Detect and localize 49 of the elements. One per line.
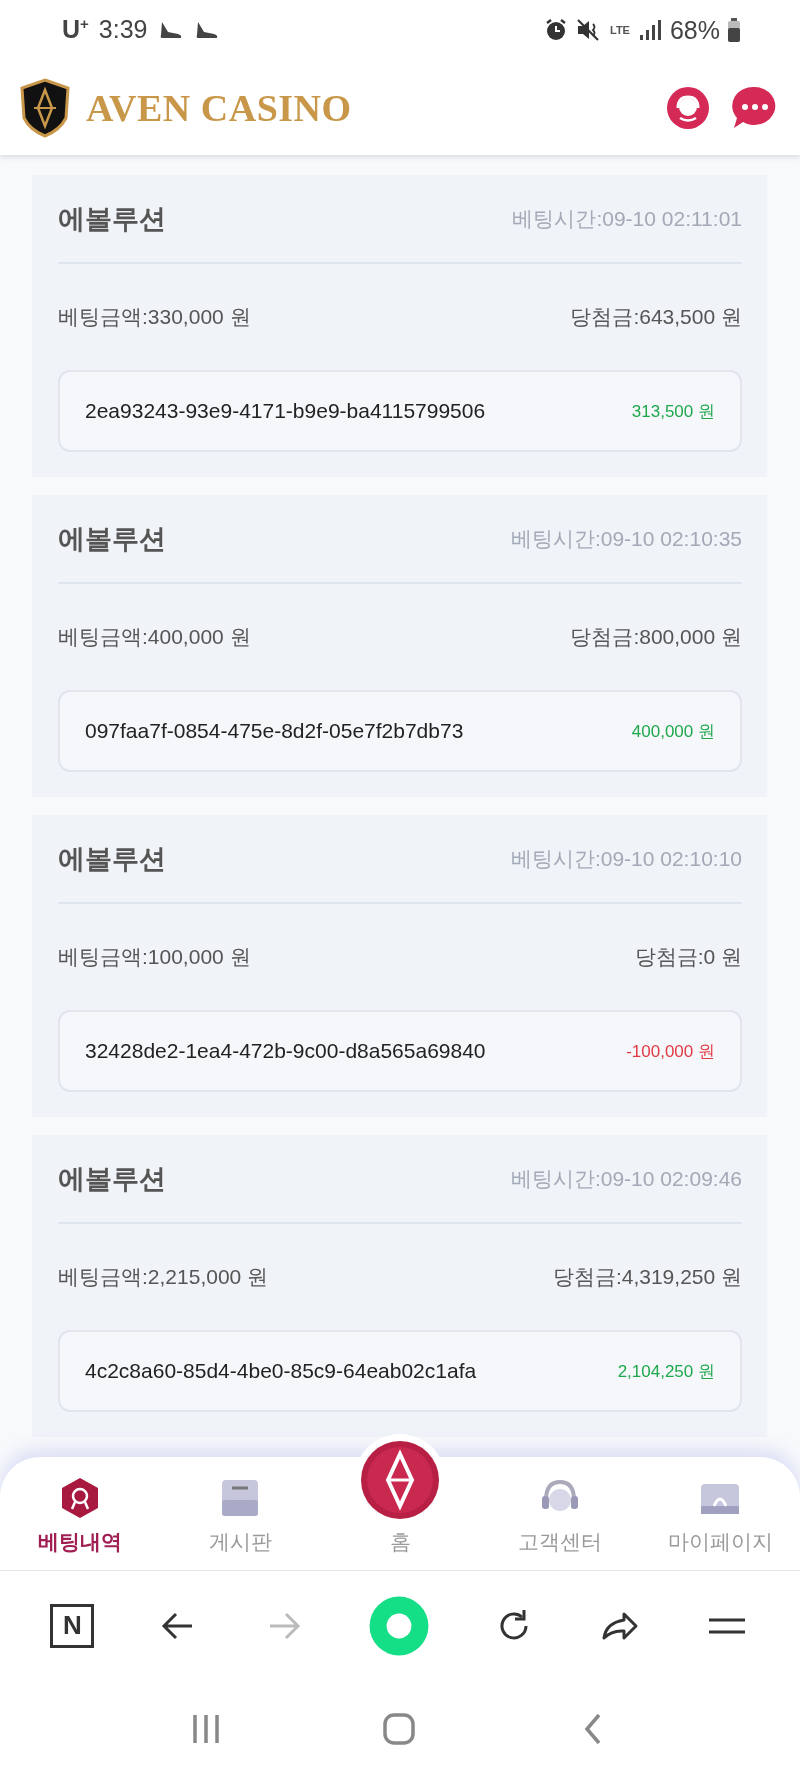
battery-icon [728, 18, 740, 42]
bet-time: 베팅시간:09-10 02:09:46 [510, 1165, 742, 1192]
three-bars-icon [191, 1713, 221, 1745]
recents-button[interactable] [191, 1713, 221, 1745]
payout-amount: 당첨금:0 원 [634, 944, 742, 970]
bet-time: 베팅시간:09-10 02:11:01 [512, 205, 742, 232]
bet-amount: 베팅금액:2,215,000 원 [58, 1264, 269, 1290]
support-button[interactable] [666, 85, 710, 130]
bet-amount: 베팅금액:400,000 원 [58, 624, 251, 650]
profit-amount: 2,104,250 원 [617, 1360, 715, 1383]
round-id: 4c2c8a60-85d4-4be0-85c9-64eab02c1afa [85, 1359, 477, 1383]
profit-amount: -100,000 원 [626, 1040, 715, 1063]
round-id: 2ea93243-93e9-4171-b9e9-ba4115799506 [85, 399, 486, 423]
carrier-label: U$^{+}$ [62, 15, 89, 45]
chat-bubble-icon [732, 84, 778, 131]
nav-tab[interactable]: 베팅내역 [0, 1475, 160, 1570]
bet-time: 베팅시간:09-10 02:10:35 [510, 525, 742, 552]
clock-time: 3:39 [98, 15, 148, 45]
payout-amount: 당첨금:800,000 원 [570, 624, 742, 650]
profit-amount: 400,000 원 [631, 720, 715, 743]
chat-button[interactable] [732, 84, 778, 131]
brand-title: AVEN CASINO [86, 85, 352, 130]
home-logo-icon [360, 1440, 440, 1520]
ring-icon [367, 1594, 430, 1657]
nav-tab[interactable]: 홈 [320, 1433, 480, 1570]
n-button[interactable]: N [50, 1603, 95, 1648]
payout-amount: 당첨금:4,319,250 원 [552, 1264, 742, 1290]
bet-time: 베팅시간:09-10 02:10:10 [510, 845, 742, 872]
rounded-square-icon [383, 1713, 415, 1745]
game-title: 에볼루션 [58, 1162, 166, 1196]
profit-amount: 313,500 원 [631, 400, 715, 423]
game-title: 에볼루션 [58, 202, 166, 236]
nav-tab[interactable]: 게시판 [160, 1475, 320, 1570]
game-title: 에볼루션 [58, 522, 166, 556]
signal-icon [637, 19, 662, 41]
payout-amount: 당첨금:643,500 원 [570, 304, 742, 330]
bet-amount: 베팅금액:330,000 원 [58, 304, 251, 330]
home-button[interactable] [383, 1713, 415, 1745]
nav-tab[interactable]: 고객센터 [480, 1475, 640, 1570]
round-id: 32428de2-1ea4-472b-9c00-d8a565a69840 [85, 1039, 486, 1063]
network-label: LTE [610, 24, 630, 36]
shield-logo-icon [20, 77, 70, 138]
headset-person-icon [666, 85, 710, 130]
nav-tab[interactable]: 마이페이지 [640, 1475, 800, 1570]
round-id: 097faa7f-0854-475e-8d2f-05e7f2b7db73 [85, 719, 464, 743]
battery-percent: 68% [669, 15, 720, 45]
alarm-icon [544, 18, 568, 42]
bet-amount: 베팅금액:100,000 원 [58, 944, 251, 970]
game-title: 에볼루션 [58, 842, 166, 876]
